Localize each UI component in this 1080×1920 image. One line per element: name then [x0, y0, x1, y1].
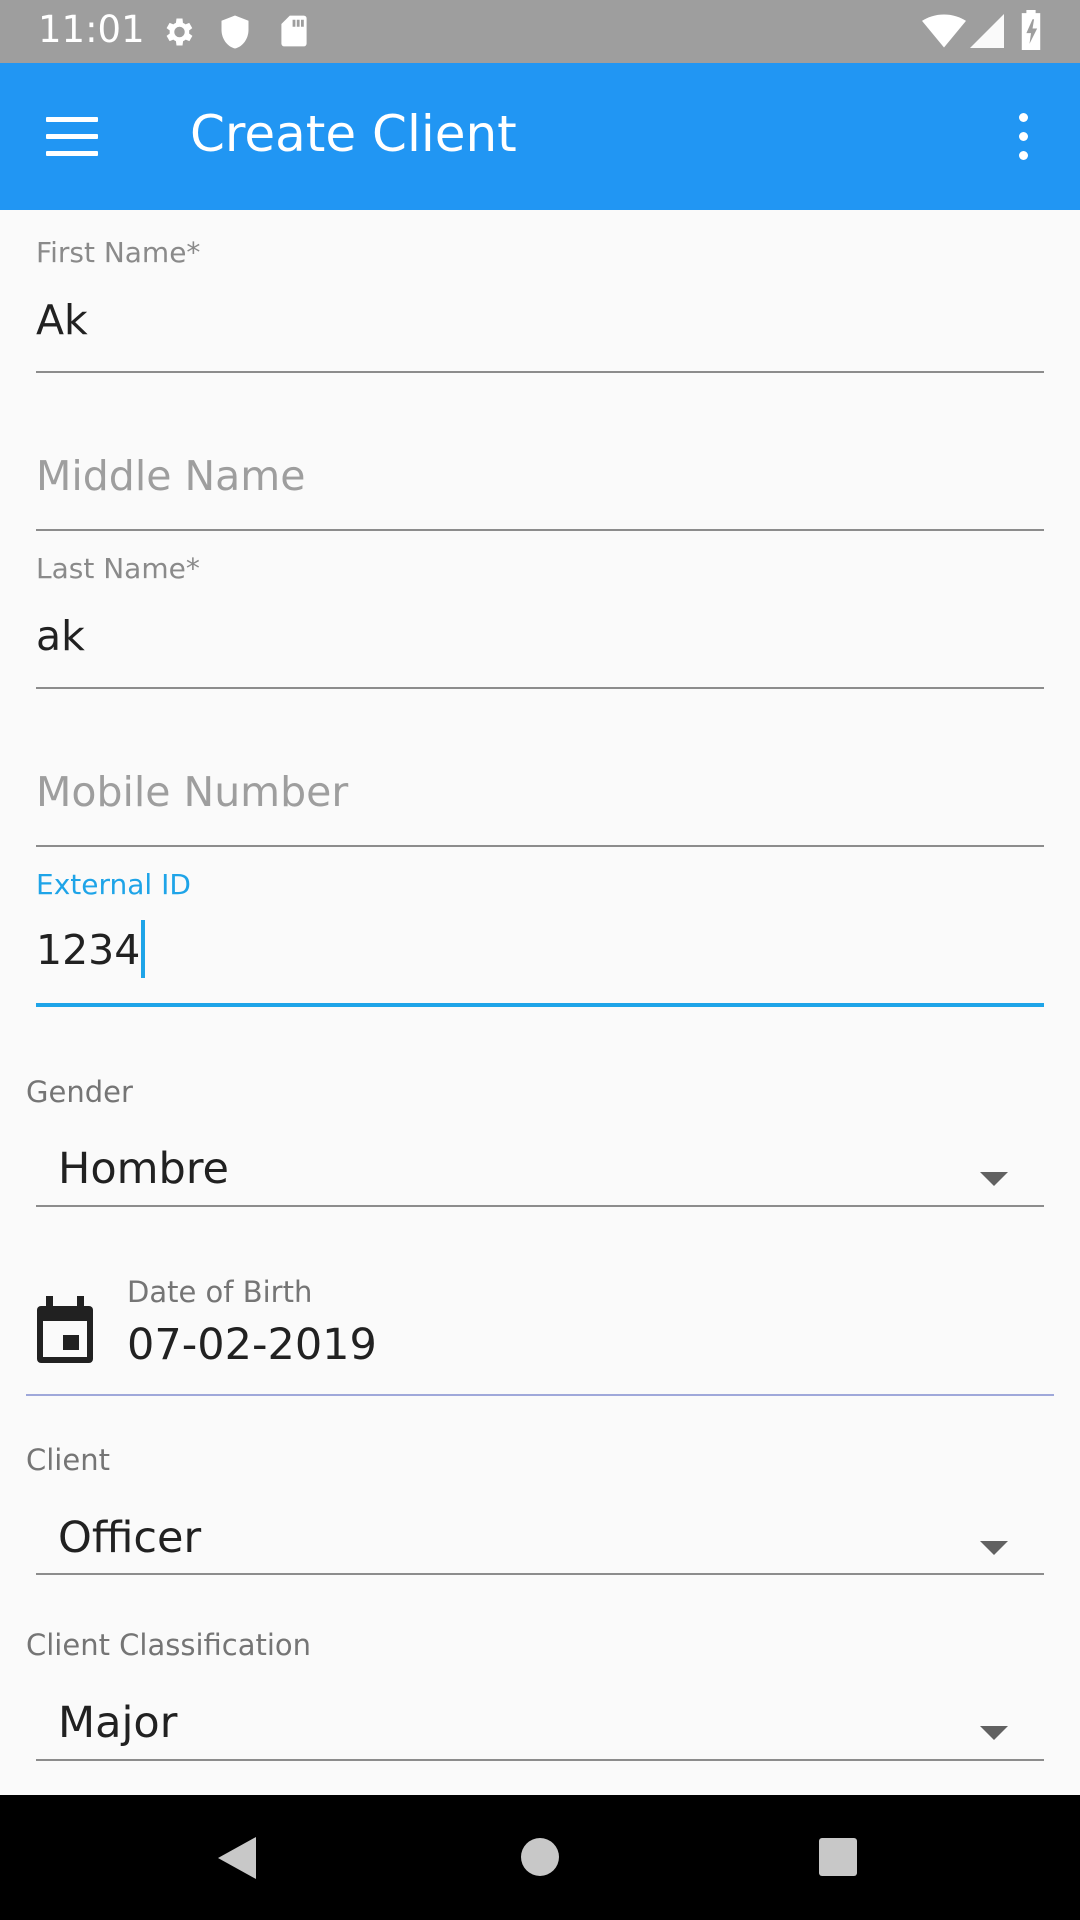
- dropdown-arrow-icon: [980, 1541, 1008, 1555]
- text-cursor: [141, 920, 146, 978]
- signal-icon: [970, 14, 1004, 48]
- external-id-underline: [36, 1003, 1044, 1007]
- middle-name-field[interactable]: Middle Name: [36, 440, 1044, 535]
- page-title: Create Client: [190, 105, 517, 163]
- external-id-label: External ID: [36, 868, 191, 901]
- gender-spinner[interactable]: Hombre: [36, 1144, 1044, 1224]
- last-name-label: Last Name*: [36, 552, 200, 585]
- client-selected: Officer: [58, 1513, 202, 1563]
- mobile-number-field[interactable]: Mobile Number: [36, 756, 1044, 851]
- first-name-value: Ak: [36, 296, 88, 344]
- calendar-icon[interactable]: [34, 1296, 96, 1366]
- recents-icon[interactable]: [818, 1837, 858, 1877]
- first-name-field[interactable]: First Name* Ak: [36, 236, 1044, 376]
- battery-icon: [1021, 10, 1041, 50]
- client-label: Client: [26, 1443, 110, 1477]
- navigation-bar: [0, 1795, 1080, 1920]
- more-vert-icon[interactable]: [1010, 113, 1036, 161]
- wifi-icon: [922, 14, 966, 48]
- external-id-field[interactable]: External ID 1234: [36, 868, 1044, 1010]
- date-of-birth-value: 07-02-2019: [127, 1320, 377, 1370]
- status-time: 11:01: [38, 8, 145, 51]
- status-bar: 11:01: [0, 0, 1080, 63]
- gear-icon: [166, 18, 193, 46]
- screen: 11:01 Create Client First Name* Ak Middl…: [0, 0, 1080, 1920]
- client-spinner[interactable]: Officer: [36, 1513, 1044, 1593]
- first-name-underline: [36, 371, 1044, 373]
- client-underline: [36, 1573, 1044, 1575]
- date-of-birth-label: Date of Birth: [127, 1275, 313, 1309]
- date-of-birth-field[interactable]: Date of Birth 07-02-2019: [26, 1270, 1054, 1400]
- shield-icon: [221, 15, 249, 49]
- external-id-value: 1234: [36, 926, 141, 974]
- dropdown-arrow-icon: [980, 1726, 1008, 1740]
- first-name-label: First Name*: [36, 236, 201, 269]
- client-classification-label: Client Classification: [26, 1628, 312, 1662]
- last-name-underline: [36, 687, 1044, 689]
- mobile-number-underline: [36, 845, 1044, 847]
- mobile-number-placeholder: Mobile Number: [36, 768, 349, 816]
- middle-name-placeholder: Middle Name: [36, 452, 306, 500]
- client-classification-underline: [36, 1759, 1044, 1761]
- app-bar: Create Client: [0, 63, 1080, 210]
- client-classification-selected: Major: [58, 1698, 178, 1748]
- gender-selected: Hombre: [58, 1144, 230, 1194]
- gender-underline: [36, 1205, 1044, 1207]
- back-icon[interactable]: [216, 1835, 258, 1881]
- home-icon[interactable]: [520, 1837, 560, 1877]
- last-name-value: ak: [36, 612, 85, 660]
- gender-label: Gender: [26, 1075, 133, 1109]
- date-of-birth-divider: [26, 1394, 1054, 1396]
- dropdown-arrow-icon: [980, 1172, 1008, 1186]
- external-id-value-wrap: 1234: [36, 920, 146, 982]
- last-name-field[interactable]: Last Name* ak: [36, 552, 1044, 692]
- hamburger-menu-icon[interactable]: [46, 117, 98, 157]
- middle-name-underline: [36, 529, 1044, 531]
- client-classification-spinner[interactable]: Major: [36, 1698, 1044, 1778]
- sd-card-icon: [281, 15, 307, 47]
